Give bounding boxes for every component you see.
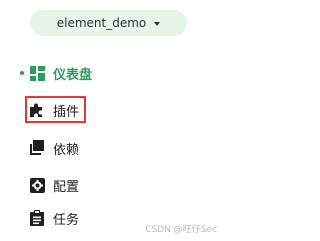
dashboard-icon — [29, 65, 45, 81]
project-selector[interactable]: element_demo — [30, 10, 187, 36]
menu-item-label: 任务 — [53, 212, 80, 228]
menu-item-label: 配置 — [53, 179, 80, 195]
menu-item-dependencies[interactable]: 依赖 — [0, 135, 219, 161]
task-list-icon — [29, 210, 45, 226]
sidebar-menu-page: element_demo 仪表盘 插件 依赖 配置 任务 CSDN @旺仔Sec — [0, 0, 219, 241]
watermark: CSDN @旺仔Sec — [145, 225, 217, 235]
project-selector-value: element_demo — [56, 16, 147, 30]
menu-item-plugins[interactable]: 插件 — [0, 97, 219, 123]
settings-icon — [29, 177, 45, 193]
menu-item-label: 依赖 — [53, 142, 80, 158]
caret-down-icon — [154, 21, 161, 26]
menu-item-dashboard[interactable]: 仪表盘 — [0, 60, 219, 86]
menu-item-configuration[interactable]: 配置 — [0, 172, 219, 198]
puzzle-icon — [29, 102, 45, 118]
menu-item-label: 插件 — [53, 104, 80, 120]
active-indicator-dot — [20, 71, 24, 75]
menu-item-label: 仪表盘 — [53, 67, 93, 83]
copy-icon — [29, 140, 45, 156]
